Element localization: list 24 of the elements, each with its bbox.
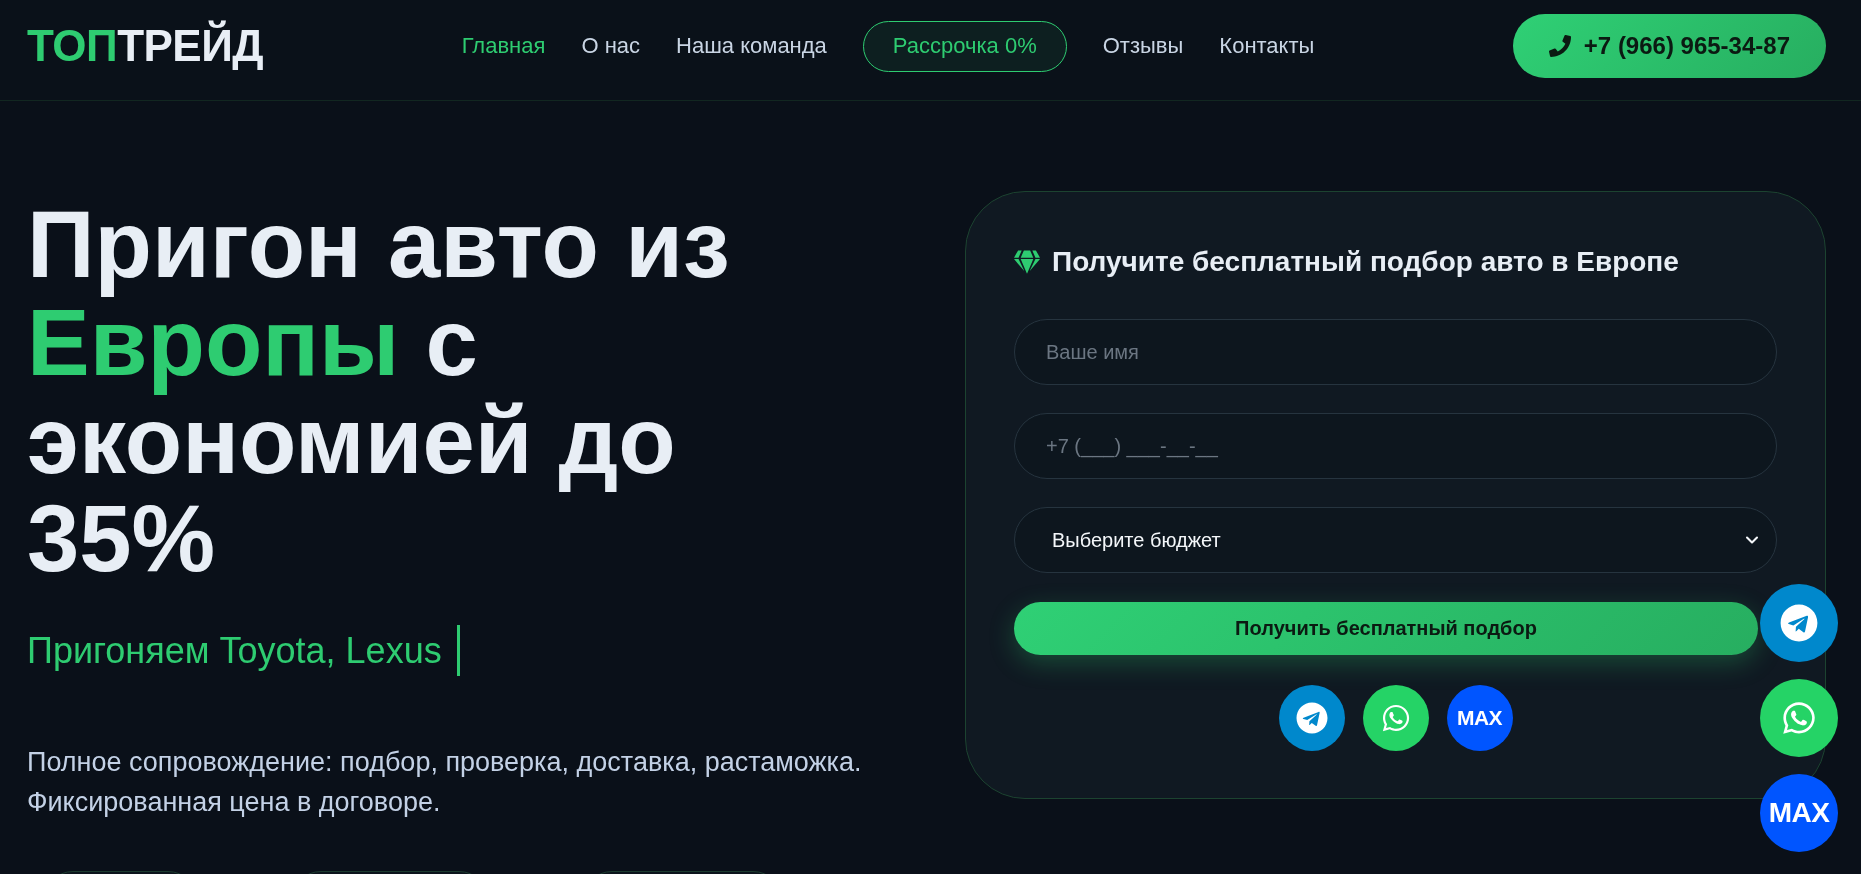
form-title: Получите бесплатный подбор авто в Европе [1052,246,1679,278]
nav-pill-link[interactable]: Рассрочка 0% [862,20,1067,72]
nav-link[interactable]: Главная [461,32,546,60]
gem-icon [1014,249,1040,275]
paper-plane-icon [1780,604,1818,642]
name-input[interactable]: Ваше имя [1014,319,1777,385]
messenger-button[interactable]: MAX [1760,774,1838,852]
nav-link[interactable]: Контакты [1219,32,1315,60]
nav-link[interactable]: Отзывы [1102,32,1184,60]
phone-bubble-icon [1380,703,1411,733]
submit-button[interactable]: Получить бесплатный подбор [1014,602,1758,655]
nav-link[interactable]: Наша команда [676,32,827,60]
phone-bubble-icon [1781,700,1817,736]
nav-link[interactable]: О нас [581,32,641,60]
phone-button[interactable]: +7 (966) 965-34-87 [1512,14,1826,78]
hero-description: Полное сопровождение: подбор, проверка, доставка, растаможка. Фиксированная цена в договоре. [27,746,863,819]
phone-input[interactable]: +7 (___) ___-__-__ [1014,413,1777,479]
paper-plane-icon [1295,702,1328,734]
hero-title: Пригон авто из Европы с экономией до 35% [27,196,731,588]
text-cursor-icon [456,625,460,676]
phone-icon [1548,35,1571,57]
budget-select[interactable]: Выберите бюджет [1014,507,1777,573]
messenger-button[interactable]: MAX [1446,685,1513,751]
hero-subtitle: Пригоняем Toyota, Lexus [27,629,442,672]
